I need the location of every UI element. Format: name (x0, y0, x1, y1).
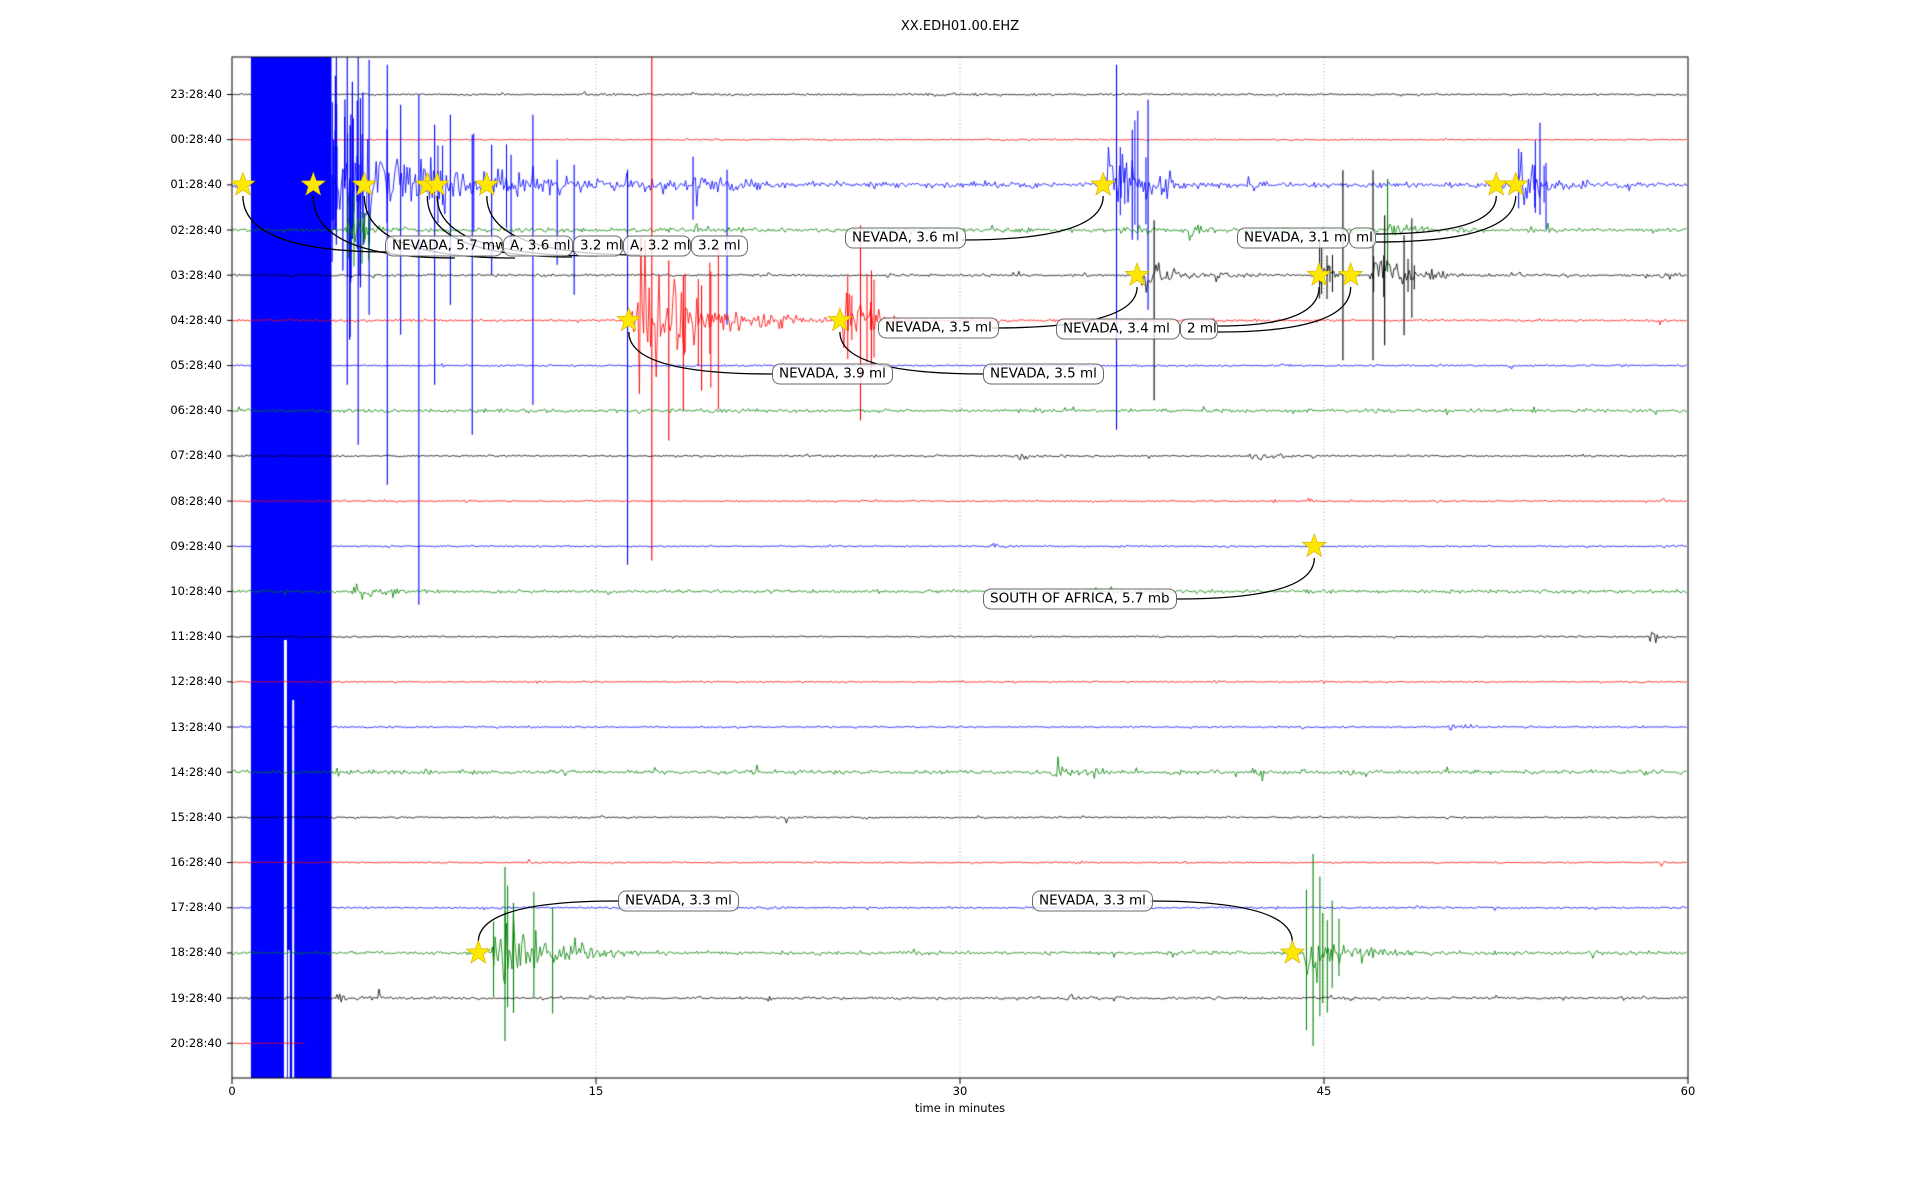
y-tick-label: 02:28:40 (170, 222, 222, 237)
annotation-connector-line (628, 331, 773, 375)
event-label-nevada-31-cluster: NEVADA, 3.1 ml (1237, 227, 1349, 249)
y-tick-label: 11:28:40 (170, 629, 222, 644)
x-tick-label: 45 (1316, 1084, 1332, 1098)
event-star-marker (616, 307, 642, 332)
x-tick-label: 0 (228, 1084, 236, 1098)
event-star-marker (1301, 532, 1328, 558)
event-label-nevada-57-cluster: 3.2 ml (691, 235, 748, 257)
y-tick-label: 17:28:40 (170, 900, 222, 915)
event-star-marker (827, 307, 853, 332)
event-star-marker (351, 171, 377, 196)
event-star-marker (1124, 261, 1150, 287)
annotation-connector-line (1149, 900, 1294, 943)
annotation-connector-line (242, 195, 391, 253)
y-tick-label: 14:28:40 (170, 764, 222, 779)
y-tick-label: 20:28:40 (170, 1035, 222, 1050)
y-tick-label: 04:28:40 (170, 312, 222, 327)
y-tick-label: 03:28:40 (170, 267, 222, 282)
event-star-marker (1279, 939, 1306, 964)
event-label-nevada-35a: NEVADA, 3.5 ml (878, 317, 999, 339)
annotation-connector-line (1217, 286, 1320, 327)
event-label-south-of-africa-57: SOUTH OF AFRICA, 5.7 mb (983, 588, 1177, 610)
y-tick-label: 12:28:40 (170, 674, 222, 689)
x-tick-label: 30 (952, 1084, 968, 1098)
y-tick-label: 16:28:40 (170, 855, 222, 870)
event-label-nevada-57-cluster: 3.2 ml (573, 235, 623, 257)
x-tick-label: 60 (1680, 1084, 1696, 1098)
event-label-nevada-34-cluster: 2 ml (1180, 318, 1218, 340)
seismogram-figure: XX.EDH01.00.EHZ 23:28:40 00:28:40 01:28:40… (0, 0, 1920, 1200)
x-tick-label: 15 (588, 1084, 604, 1098)
event-star-marker (300, 171, 327, 196)
y-tick-label: 18:28:40 (170, 945, 222, 960)
event-star-marker (1502, 171, 1529, 196)
event-label-nevada-31-cluster: ml (1349, 227, 1376, 249)
y-tick-label: 07:28:40 (170, 448, 222, 463)
event-overlay (230, 171, 1529, 964)
event-label-nevada-34-cluster: NEVADA, 3.4 ml (1056, 318, 1180, 340)
event-label-nevada-33b: NEVADA, 3.3 ml (1032, 890, 1153, 912)
y-tick-label: 08:28:40 (170, 493, 222, 508)
event-label-nevada-35b: NEVADA, 3.5 ml (983, 363, 1104, 385)
annotation-connector-line (1375, 195, 1497, 235)
event-label-nevada-57-cluster: A, 3.2 ml (623, 235, 691, 257)
y-tick-label: 01:28:40 (170, 177, 222, 192)
y-tick-label: 23:28:40 (170, 87, 222, 101)
y-tick-label: 15:28:40 (170, 809, 222, 824)
event-star-marker (1483, 171, 1510, 196)
event-label-nevada-57-cluster: A, 3.6 ml (503, 235, 573, 257)
event-star-marker (474, 171, 500, 196)
event-star-marker (465, 939, 492, 964)
event-star-marker (1090, 171, 1116, 196)
event-star-marker (1306, 261, 1332, 287)
event-star-marker (1337, 261, 1364, 287)
x-axis-label: time in minutes (914, 1101, 1006, 1115)
y-tick-label: 06:28:40 (170, 403, 222, 418)
y-tick-label: 05:28:40 (170, 358, 222, 373)
chart-title: XX.EDH01.00.EHZ (900, 19, 1020, 34)
annotation-connector-line (961, 195, 1104, 241)
y-tick-label: 13:28:40 (170, 719, 222, 734)
y-tick-label: 10:28:40 (170, 583, 222, 598)
event-label-nevada-36: NEVADA, 3.6 ml (845, 227, 966, 249)
y-tick-label: 00:28:40 (170, 132, 222, 147)
annotation-connector-line (477, 900, 619, 943)
event-star-marker (230, 171, 256, 196)
event-label-nevada-39: NEVADA, 3.9 ml (772, 363, 893, 385)
event-label-nevada-33a: NEVADA, 3.3 ml (618, 890, 739, 912)
event-label-nevada-57-cluster: NEVADA, 5.7 mw (385, 235, 503, 257)
y-tick-label: 19:28:40 (170, 990, 222, 1005)
annotation-connector-line (1176, 557, 1315, 600)
y-tick-label: 09:28:40 (170, 538, 222, 553)
